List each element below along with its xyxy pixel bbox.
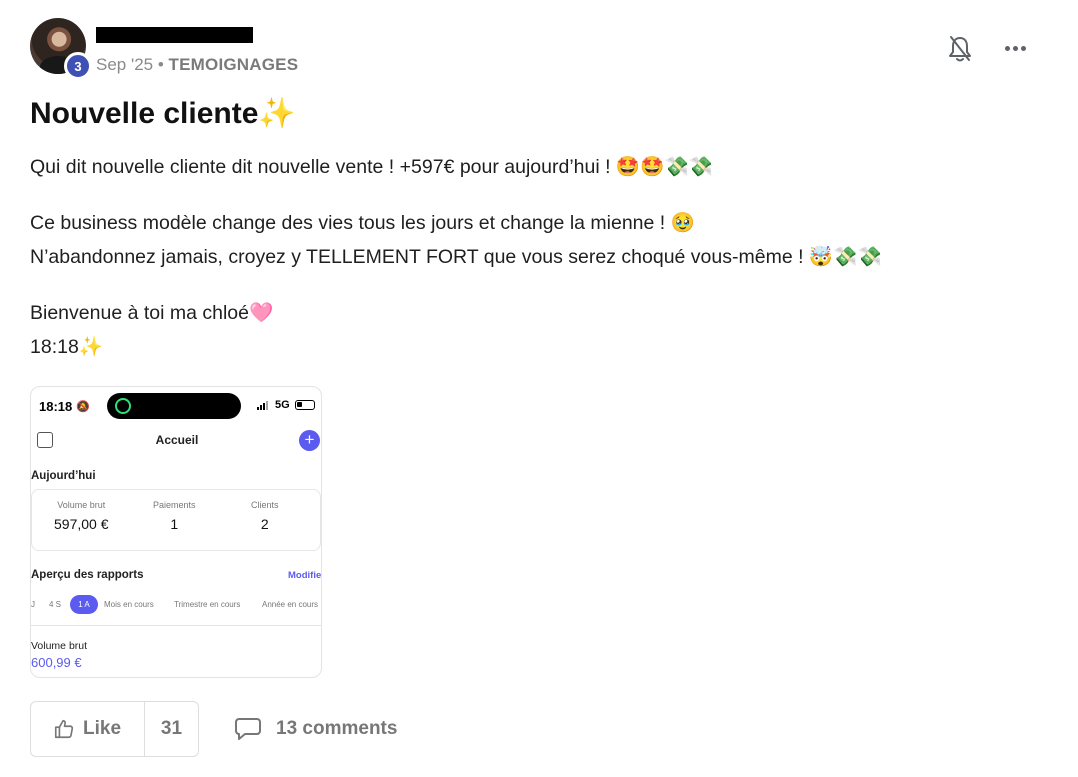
- phone-status-time: 18:18: [39, 399, 73, 414]
- reports-heading: Aperçu des rapports: [31, 569, 144, 581]
- post-paragraph-1: Qui dit nouvelle cliente dit nouvelle ve…: [30, 150, 713, 184]
- more-horizontal-icon[interactable]: [1000, 36, 1030, 60]
- paragraph-3-line-1: Bienvenue à toi ma chloé🩷: [30, 302, 274, 324]
- post-paragraph-2: Ce business modèle change des vies tous …: [30, 206, 882, 274]
- battery-icon: [295, 400, 315, 410]
- post-paragraph-3: Bienvenue à toi ma chloé🩷 18:18✨: [30, 296, 273, 364]
- stat-value: 1: [170, 516, 179, 532]
- post-category[interactable]: TEMOIGNAGES: [169, 55, 299, 74]
- stats-card: Volume brut 597,00 € Paiements 1 Clients…: [31, 489, 321, 551]
- meta-separator: •: [153, 55, 169, 74]
- author-level-badge: 3: [64, 52, 92, 80]
- period-tab: Année en cours: [262, 600, 319, 609]
- post-image-attachment[interactable]: 18:18 🔕 5G Accueil + Aujourd’hui Volume …: [30, 386, 322, 678]
- comments-button[interactable]: 13 comments: [234, 716, 397, 742]
- stat-label: Paiements: [153, 500, 196, 510]
- app-activity-icon: [115, 398, 131, 414]
- modify-link: Modifier: [288, 570, 322, 581]
- comment-icon: [235, 718, 261, 740]
- app-screen-title: Accueil: [155, 433, 199, 447]
- stat-value: 597,00 €: [54, 516, 109, 532]
- stat-label: Volume brut: [57, 500, 106, 510]
- stat-clients: Clients 2: [251, 500, 279, 532]
- volume-value: 600,99 €: [31, 655, 82, 670]
- period-tab: 4 S: [49, 600, 62, 609]
- volume-label: Volume brut: [31, 640, 88, 652]
- bell-slash-icon: 🔕: [76, 401, 90, 413]
- comments-label: 13 comments: [276, 718, 398, 739]
- like-count[interactable]: 31: [145, 702, 198, 756]
- paragraph-3-line-2: 18:18✨: [30, 336, 104, 358]
- post-date: Sep '25: [96, 55, 154, 74]
- paragraph-2-line-2: N’abandonnez jamais, croyez y TELLEMENT …: [30, 246, 882, 268]
- signal-icon: [257, 401, 268, 410]
- stat-label: Clients: [251, 500, 279, 510]
- like-control: Like 31: [30, 701, 199, 757]
- like-label: Like: [83, 718, 122, 739]
- author-name-redacted[interactable]: [96, 27, 253, 43]
- thumbs-up-icon: [54, 719, 74, 739]
- today-heading: Aujourd’hui: [31, 470, 96, 482]
- plus-icon: +: [299, 430, 320, 451]
- period-tab: Trimestre en cours: [174, 600, 241, 609]
- period-tab: J: [31, 600, 35, 609]
- stat-payments: Paiements 1: [153, 500, 196, 532]
- period-tab-active: 1 A: [70, 595, 98, 614]
- post-meta: Sep '25 • TEMOIGNAGES: [96, 55, 298, 75]
- like-button[interactable]: Like: [31, 702, 145, 756]
- divider: [31, 625, 321, 626]
- period-tabs: J 4 S 1 A Mois en cours Trimestre en cou…: [31, 595, 321, 615]
- network-label: 5G: [275, 399, 290, 411]
- stat-value: 2: [260, 516, 269, 532]
- paragraph-2-line-1: Ce business modèle change des vies tous …: [30, 212, 695, 234]
- period-tab: Mois en cours: [104, 600, 154, 609]
- stat-gross-volume: Volume brut 597,00 €: [54, 500, 109, 532]
- paragraph-1-line: Qui dit nouvelle cliente dit nouvelle ve…: [30, 156, 714, 178]
- post-title: Nouvelle cliente✨: [30, 97, 296, 130]
- bell-off-icon[interactable]: [946, 34, 974, 64]
